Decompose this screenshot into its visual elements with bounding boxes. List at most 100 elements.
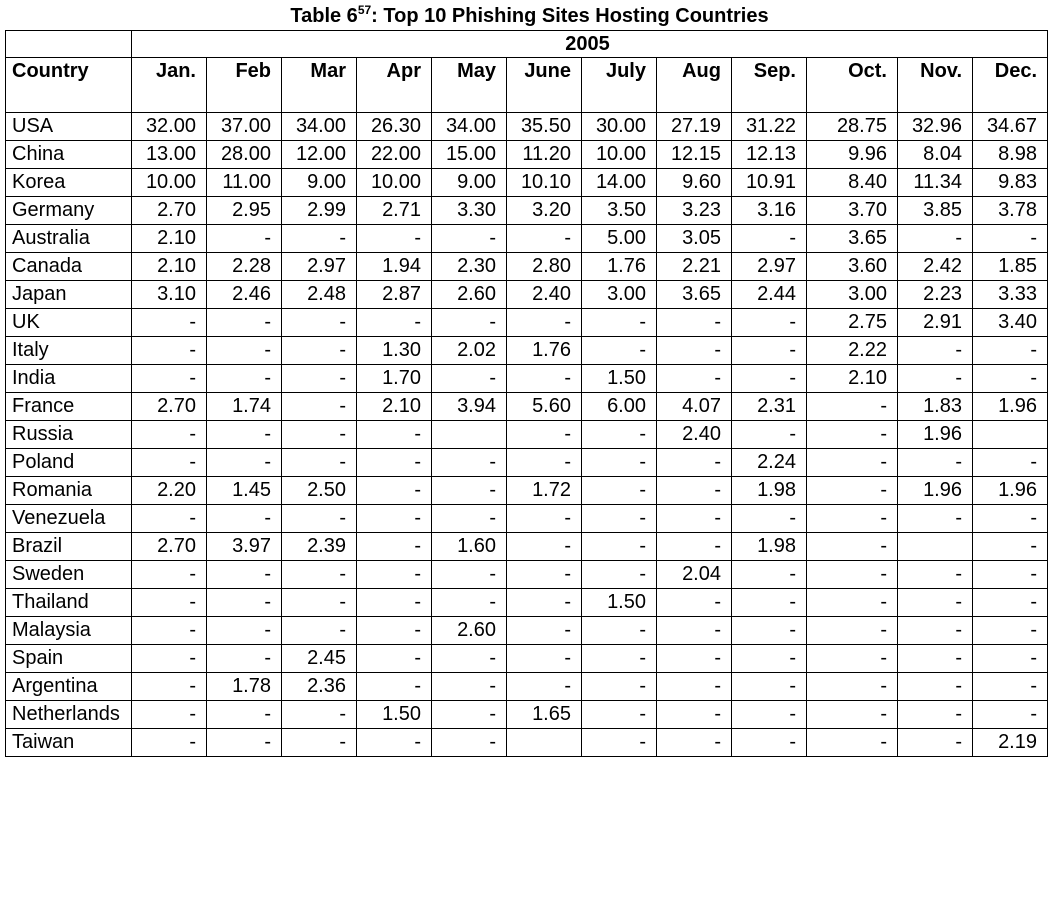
value-cell: - [656,308,732,337]
value-cell: 2.71 [356,196,432,225]
value-cell: 1.45 [206,476,282,505]
value-cell: - [356,588,432,617]
table-row: India - - -1.70- -1.50- -2.10- - [5,364,1048,393]
country-cell: Spain [5,644,132,673]
table-row: Brazil 2.70 3.97 2.39-1.60- - -1.98- - [5,532,1048,561]
year-header-row: 2005 [5,30,1048,58]
value-cell: 2.87 [356,280,432,309]
value-cell: - [897,588,973,617]
value-cell: - [356,420,432,449]
value-cell [506,728,582,757]
table-row: UK - - - - - - - - -2.75 2.91 3.40 [5,308,1048,337]
value-cell: 2.30 [431,252,507,281]
value-cell: - [131,616,207,645]
value-cell: - [581,336,657,365]
value-cell: 1.72 [506,476,582,505]
value-cell: - [972,700,1048,729]
value-cell: 1.50 [581,364,657,393]
value-cell: 10.91 [731,168,807,197]
value-cell: 2.20 [131,476,207,505]
value-cell: - [806,420,898,449]
value-cell: 2.10 [806,364,898,393]
value-cell: - [356,728,432,757]
table-row: Romania 2.20 1.45 2.50- -1.72- -1.98-1.96 1.96 [5,476,1048,505]
value-cell: - [731,224,807,253]
country-column-header: Country [5,57,132,113]
value-cell: 2.04 [656,560,732,589]
value-cell: 2.95 [206,196,282,225]
table-row: Sweden - - - - - - -2.04- - - - [5,560,1048,589]
value-cell: - [431,560,507,589]
value-cell: 3.65 [806,224,898,253]
value-cell: - [972,644,1048,673]
caption-footnote-ref: 57 [357,3,372,17]
value-cell: - [972,532,1048,561]
value-cell: - [356,560,432,589]
value-cell: - [972,364,1048,393]
month-header-row: Country Jan. Feb Mar Apr May June July Aug Sep. O… [5,57,1048,113]
value-cell: 9.83 [972,168,1048,197]
value-cell: 2.40 [656,420,732,449]
value-cell: 31.22 [731,112,807,141]
month-column-header: June [506,57,582,113]
value-cell: - [281,588,357,617]
value-cell: - [806,700,898,729]
value-cell: 10.10 [506,168,582,197]
value-cell: 2.97 [281,252,357,281]
country-cell: Japan [5,280,132,309]
country-cell: France [5,392,132,421]
value-cell: - [897,560,973,589]
value-cell: 2.19 [972,728,1048,757]
value-cell: - [972,224,1048,253]
value-cell: - [897,364,973,393]
country-cell: China [5,140,132,169]
country-cell: Sweden [5,560,132,589]
value-cell: - [506,560,582,589]
value-cell: - [506,224,582,253]
table-row: Spain - -2.45- - - - - - - - - [5,644,1048,673]
value-cell: 3.85 [897,196,973,225]
value-cell: - [581,560,657,589]
table-row: Malaysia - - - -2.60- - - - - - - [5,616,1048,645]
country-cell: India [5,364,132,393]
value-cell: 10.00 [581,140,657,169]
value-cell: - [897,504,973,533]
value-cell: - [281,448,357,477]
value-cell: - [431,728,507,757]
value-cell: - [431,504,507,533]
value-cell: - [897,224,973,253]
value-cell: 35.50 [506,112,582,141]
value-cell: 9.96 [806,140,898,169]
value-cell: - [431,644,507,673]
value-cell: - [806,588,898,617]
value-cell: - [731,700,807,729]
table-row: Russia - - - - - -2.40- -1.96 [5,420,1048,449]
caption-prefix: Table 6 [290,5,358,27]
table-row: Korea 10.00 11.00 9.00 10.00 9.00 10.10 14.00 9.… [5,168,1048,197]
value-cell: 27.19 [656,112,732,141]
value-cell: - [972,560,1048,589]
value-cell: 2.60 [431,280,507,309]
value-cell: 9.00 [281,168,357,197]
value-cell: - [431,224,507,253]
value-cell: 2.75 [806,308,898,337]
value-cell: 5.60 [506,392,582,421]
value-cell: - [356,532,432,561]
value-cell: 14.00 [581,168,657,197]
value-cell: 37.00 [206,112,282,141]
value-cell: 2.10 [356,392,432,421]
value-cell: - [506,616,582,645]
value-cell: 3.78 [972,196,1048,225]
value-cell: - [897,448,973,477]
month-column-header: Feb [206,57,282,113]
value-cell: - [131,644,207,673]
value-cell: 2.02 [431,336,507,365]
country-cell: USA [5,112,132,141]
month-column-header: Nov. [897,57,973,113]
table-row: Italy - - -1.30 2.02 1.76- - -2.22- - [5,336,1048,365]
month-column-header: Jan. [131,57,207,113]
country-cell: Argentina [5,672,132,701]
value-cell: - [281,728,357,757]
value-cell: - [206,560,282,589]
value-cell: - [206,448,282,477]
